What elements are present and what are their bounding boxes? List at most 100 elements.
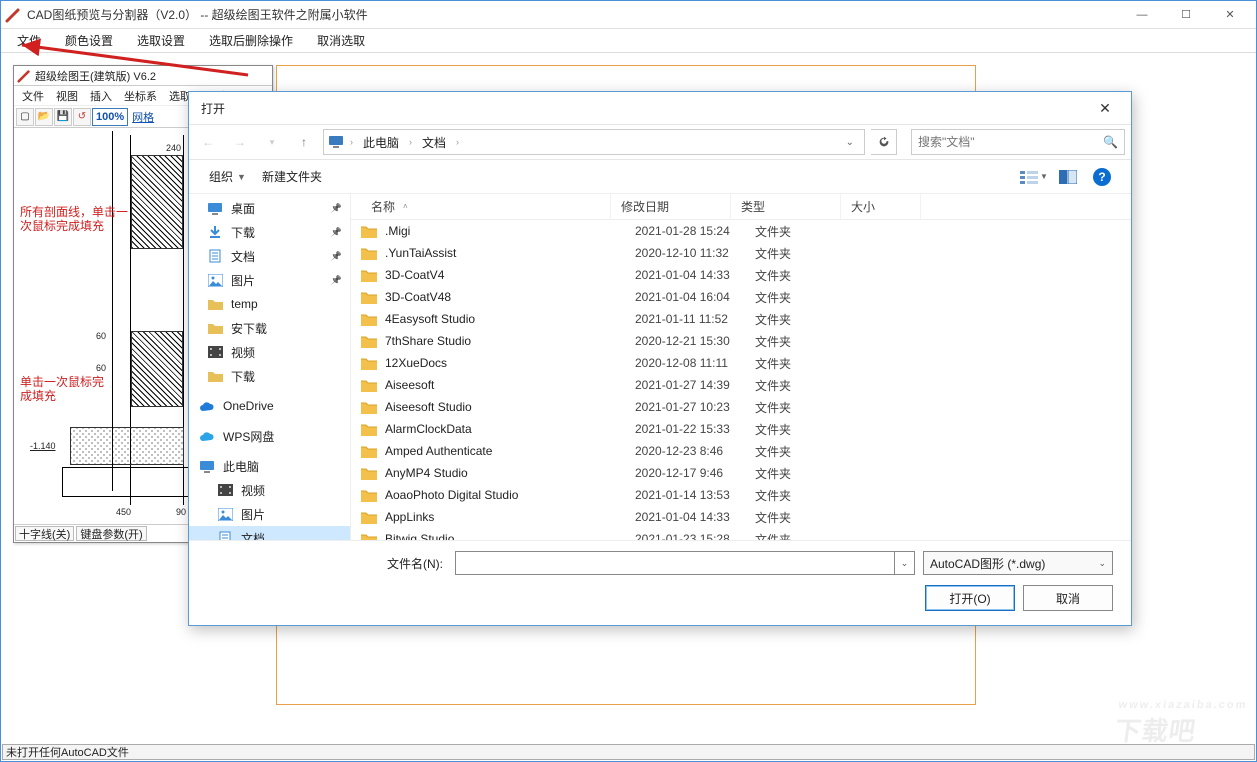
sidebar-item[interactable]: temp: [189, 292, 350, 316]
grid-link[interactable]: 网格: [132, 109, 154, 125]
child-menu-coord[interactable]: 坐标系: [118, 86, 163, 106]
sidebar-item[interactable]: 视频: [189, 478, 350, 502]
sidebar-item[interactable]: 安下载: [189, 316, 350, 340]
view-mode-button[interactable]: ▼: [1017, 164, 1051, 190]
folder-icon: [361, 335, 377, 348]
dialog-nav-bar: ← → ▾ ↑ › 此电脑 › 文档 › ⌄ 🔍: [189, 124, 1131, 160]
file-row[interactable]: .YunTaiAssist2020-12-10 11:32文件夹: [351, 242, 1131, 264]
child-app-icon: [17, 69, 31, 83]
file-row[interactable]: 3D-CoatV42021-01-04 14:33文件夹: [351, 264, 1131, 286]
sidebar-item[interactable]: 桌面: [189, 196, 350, 220]
file-row[interactable]: 12XueDocs2020-12-08 11:11文件夹: [351, 352, 1131, 374]
dialog-footer: 文件名(N): ⌄ AutoCAD图形 (*.dwg)⌄ 打开(O) 取消: [189, 541, 1131, 625]
nav-up-button[interactable]: ↑: [291, 129, 317, 155]
sidebar-thispc[interactable]: 此电脑: [189, 454, 350, 478]
file-row[interactable]: Aiseesoft2021-01-27 14:39文件夹: [351, 374, 1131, 396]
sidebar-item[interactable]: 文档: [189, 526, 350, 540]
col-size[interactable]: 大小: [841, 194, 921, 219]
menu-delete[interactable]: 选取后删除操作: [197, 29, 305, 52]
sidebar-item[interactable]: 文档: [189, 244, 350, 268]
search-field[interactable]: 🔍: [911, 129, 1125, 155]
breadcrumb-docs[interactable]: 文档: [418, 134, 450, 151]
file-row[interactable]: AnyMP4 Studio2020-12-17 9:46文件夹: [351, 462, 1131, 484]
col-type[interactable]: 类型: [731, 194, 841, 219]
sidebar-item[interactable]: 图片: [189, 268, 350, 292]
sidebar-item-label: 视频: [231, 344, 255, 361]
dialog-close-button[interactable]: ✕: [1087, 94, 1123, 122]
nav-forward-button[interactable]: →: [227, 129, 253, 155]
col-date[interactable]: 修改日期: [611, 194, 731, 219]
maximize-button[interactable]: ☐: [1164, 2, 1208, 28]
menu-color[interactable]: 颜色设置: [53, 29, 125, 52]
file-row[interactable]: AoaoPhoto Digital Studio2021-01-14 13:53…: [351, 484, 1131, 506]
organize-button[interactable]: 组织 ▼: [201, 164, 254, 189]
dialog-sidebar[interactable]: 桌面下载文档图片temp安下载视频下载OneDriveWPS网盘此电脑视频图片文…: [189, 194, 351, 540]
minimize-button[interactable]: —: [1120, 2, 1164, 28]
file-row[interactable]: 4Easysoft Studio2021-01-11 11:52文件夹: [351, 308, 1131, 330]
sidebar-item-label: 此电脑: [223, 458, 259, 475]
file-row[interactable]: 7thShare Studio2020-12-21 15:30文件夹: [351, 330, 1131, 352]
file-row[interactable]: 3D-CoatV482021-01-04 16:04文件夹: [351, 286, 1131, 308]
sidebar-item[interactable]: 图片: [189, 502, 350, 526]
file-type: 文件夹: [755, 509, 865, 526]
open-icon[interactable]: 📂: [35, 108, 53, 126]
sort-indicator-icon: ˄: [403, 202, 408, 211]
file-name: 7thShare Studio: [385, 334, 635, 348]
sidebar-item-label: 文档: [241, 530, 265, 541]
file-row[interactable]: Bitwig Studio2021-01-23 15:28文件夹: [351, 528, 1131, 540]
download-icon: [207, 225, 223, 239]
breadcrumb-pc[interactable]: 此电脑: [359, 134, 403, 151]
undo-icon[interactable]: ↺: [73, 108, 91, 126]
col-name[interactable]: 名称˄: [351, 194, 611, 219]
file-row[interactable]: AlarmClockData2021-01-22 15:33文件夹: [351, 418, 1131, 440]
sidebar-wps[interactable]: WPS网盘: [189, 424, 350, 448]
menu-cancel[interactable]: 取消选取: [305, 29, 377, 52]
file-type: 文件夹: [755, 267, 865, 284]
file-row[interactable]: Amped Authenticate2020-12-23 8:46文件夹: [351, 440, 1131, 462]
file-name: AnyMP4 Studio: [385, 466, 635, 480]
file-row[interactable]: Aiseesoft Studio2021-01-27 10:23文件夹: [351, 396, 1131, 418]
breadcrumb-dropdown[interactable]: ⌄: [840, 137, 860, 148]
breadcrumb[interactable]: › 此电脑 › 文档 › ⌄: [323, 129, 865, 155]
file-list[interactable]: 名称˄ 修改日期 类型 大小 .Migi2021-01-28 15:24文件夹.…: [351, 194, 1131, 540]
file-type: 文件夹: [755, 311, 865, 328]
app-statusbar: 未打开任何AutoCAD文件: [2, 744, 1255, 760]
file-name: 3D-CoatV4: [385, 268, 635, 282]
open-button[interactable]: 打开(O): [925, 585, 1015, 611]
child-menu-file[interactable]: 文件: [16, 86, 50, 106]
sidebar-item[interactable]: 视频: [189, 340, 350, 364]
filename-input[interactable]: [455, 551, 895, 575]
child-menu-view[interactable]: 视图: [50, 86, 84, 106]
app-title: CAD图纸预览与分割器（V2.0） -- 超级绘图王软件之附属小软件: [27, 6, 1120, 23]
crosshair-status[interactable]: 十字线(关): [15, 526, 74, 541]
close-button[interactable]: ✕: [1208, 2, 1252, 28]
file-type: 文件夹: [755, 487, 865, 504]
child-menu-insert[interactable]: 插入: [84, 86, 118, 106]
search-input[interactable]: [918, 135, 1099, 149]
chevron-down-icon: ▼: [237, 172, 246, 182]
zoom-level[interactable]: 100%: [92, 108, 128, 126]
preview-pane-button[interactable]: [1051, 164, 1085, 190]
folder-icon: [361, 291, 377, 304]
folder-icon: [361, 511, 377, 524]
menu-file[interactable]: 文件: [5, 29, 53, 52]
save-icon[interactable]: 💾: [54, 108, 72, 126]
nav-recent-dropdown[interactable]: ▾: [259, 129, 285, 155]
refresh-button[interactable]: [871, 129, 897, 155]
new-folder-button[interactable]: 新建文件夹: [254, 164, 330, 189]
nav-back-button[interactable]: ←: [195, 129, 221, 155]
file-row[interactable]: .Migi2021-01-28 15:24文件夹: [351, 220, 1131, 242]
help-button[interactable]: ?: [1085, 164, 1119, 190]
keyboard-status[interactable]: 键盘参数(开): [76, 526, 146, 541]
filename-dropdown[interactable]: ⌄: [895, 551, 915, 575]
cancel-button[interactable]: 取消: [1023, 585, 1113, 611]
file-row[interactable]: AppLinks2021-01-04 14:33文件夹: [351, 506, 1131, 528]
sidebar-item[interactable]: 下载: [189, 220, 350, 244]
file-type: 文件夹: [755, 443, 865, 460]
sidebar-item[interactable]: 下载: [189, 364, 350, 388]
file-name: .Migi: [385, 224, 635, 238]
sidebar-onedrive[interactable]: OneDrive: [189, 394, 350, 418]
menu-select[interactable]: 选取设置: [125, 29, 197, 52]
new-icon[interactable]: ▢: [16, 108, 34, 126]
file-type-filter[interactable]: AutoCAD图形 (*.dwg)⌄: [923, 551, 1113, 575]
